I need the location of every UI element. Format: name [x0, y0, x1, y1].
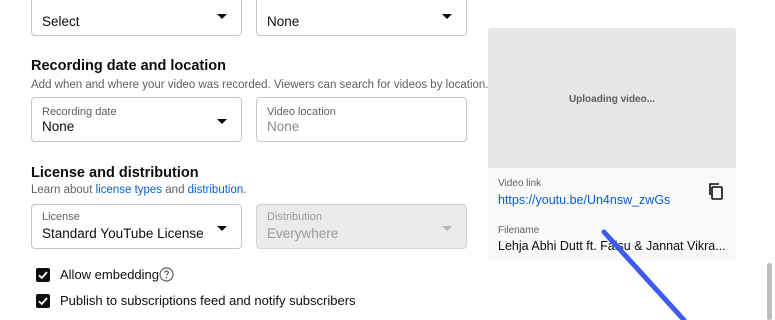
- chevron-down-icon: [217, 119, 227, 124]
- publish-to-subscriptions-label[interactable]: Publish to subscriptions feed and notify…: [60, 293, 356, 308]
- allow-embedding-label[interactable]: Allow embedding: [60, 267, 159, 282]
- video-link-label: Video link: [498, 178, 542, 189]
- allow-embedding-checkbox[interactable]: [36, 268, 50, 282]
- distribution-link[interactable]: distribution: [188, 184, 244, 196]
- license-value: Standard YouTube License: [42, 226, 204, 241]
- license-section-description: Learn about license types and distributi…: [31, 184, 246, 196]
- video-link[interactable]: https://youtu.be/Un4nsw_zwGs: [498, 193, 670, 207]
- distribution-label: Distribution: [267, 211, 323, 223]
- checkmark-icon: [38, 271, 48, 280]
- license-section-title: License and distribution: [31, 165, 199, 181]
- distribution-select: Distribution Everywhere: [256, 204, 467, 249]
- license-select[interactable]: License Standard YouTube License: [31, 204, 242, 249]
- upload-status: Uploading video...: [568, 94, 656, 105]
- recording-date-label: Recording date: [42, 106, 117, 118]
- video-location-input[interactable]: None: [267, 119, 299, 134]
- checkmark-icon: [38, 297, 48, 306]
- license-desc-suffix: .: [243, 184, 247, 196]
- filename-label: Filename: [498, 225, 540, 236]
- filename-value: Lehja Abhi Dutt ft. Faisu & Jannat Vikra…: [498, 239, 726, 253]
- chevron-down-icon: [217, 226, 227, 231]
- video-preview: Uploading video...: [488, 28, 736, 168]
- chevron-down-icon: [217, 14, 227, 19]
- video-location-label: Video location: [267, 106, 336, 118]
- recording-date-select[interactable]: Recording date None: [31, 97, 242, 142]
- video-location-field[interactable]: Video location None: [256, 97, 467, 142]
- video-preview-panel: Uploading video... Video link https://yo…: [488, 28, 736, 260]
- recording-date-value: None: [42, 119, 75, 134]
- help-icon[interactable]: [159, 267, 174, 282]
- license-desc-prefix: Learn about: [31, 184, 96, 196]
- top-select-right-value: None: [267, 14, 300, 29]
- recording-section-title: Recording date and location: [31, 58, 226, 74]
- top-select-left-value: Select: [42, 14, 80, 29]
- top-select-right[interactable]: None: [256, 0, 467, 36]
- top-select-left[interactable]: Select: [31, 0, 242, 36]
- license-types-link[interactable]: license types: [96, 184, 162, 196]
- copy-icon[interactable]: [706, 181, 726, 201]
- license-label: License: [42, 211, 80, 223]
- distribution-value: Everywhere: [267, 226, 339, 241]
- recording-section-description: Add when and where your video was record…: [31, 79, 489, 91]
- chevron-down-icon: [442, 14, 452, 19]
- chevron-down-icon: [442, 226, 452, 231]
- license-desc-and: and: [162, 184, 188, 196]
- scrollbar-thumb[interactable]: [767, 263, 772, 320]
- publish-to-subscriptions-checkbox[interactable]: [36, 294, 50, 308]
